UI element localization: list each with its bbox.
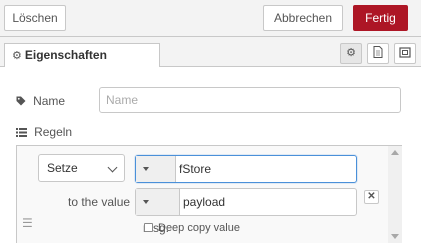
- node-description-button[interactable]: [367, 43, 389, 64]
- chevron-down-icon: [107, 162, 118, 173]
- scroll-up-icon[interactable]: [391, 150, 399, 155]
- value-value: payload: [183, 195, 226, 209]
- deep-copy-checkbox[interactable]: Deep copy value: [144, 222, 240, 234]
- deep-copy-label: Deep copy value: [158, 222, 240, 234]
- tag-icon: [16, 96, 29, 108]
- done-button[interactable]: Fertig: [353, 5, 408, 31]
- delete-button[interactable]: Löschen: [4, 5, 66, 31]
- drag-handle-icon[interactable]: ☰: [22, 217, 34, 229]
- cancel-button[interactable]: Abbrechen: [263, 5, 343, 31]
- list-icon: [16, 127, 30, 139]
- rules-label: Regeln: [16, 125, 72, 139]
- checkbox-box[interactable]: [144, 223, 153, 232]
- rule-property-input[interactable]: flow. fStore: [135, 155, 357, 202]
- property-type-select[interactable]: flow.: [136, 156, 176, 202]
- gear-icon: ⚙: [346, 47, 356, 59]
- frame-icon: [399, 47, 411, 58]
- caret-down-icon: [143, 200, 149, 204]
- name-input[interactable]: [99, 87, 401, 113]
- document-icon: [373, 46, 383, 58]
- tab-properties[interactable]: ⚙ Eigenschaften: [4, 43, 160, 68]
- scroll-down-icon[interactable]: [391, 234, 399, 239]
- rules-scrollbar[interactable]: [388, 146, 402, 243]
- dialog-toolbar: Löschen Abbrechen Fertig: [0, 0, 421, 37]
- value-type-select[interactable]: msg.: [136, 189, 180, 235]
- remove-rule-button[interactable]: ✕: [364, 190, 379, 204]
- caret-down-icon: [143, 167, 149, 171]
- rule-value-input[interactable]: msg. payload: [135, 188, 357, 235]
- node-settings-button[interactable]: ⚙: [340, 43, 362, 64]
- rule-action-select[interactable]: Setze: [38, 154, 125, 182]
- gear-icon: ⚙: [12, 50, 22, 62]
- name-label-text: Name: [33, 94, 66, 108]
- to-value-label: to the value: [68, 195, 131, 209]
- rule-action-value: Setze: [47, 161, 78, 175]
- name-label: Name: [16, 94, 65, 108]
- node-appearance-button[interactable]: [394, 43, 416, 64]
- close-icon: ✕: [367, 191, 376, 202]
- property-value: fStore: [179, 162, 212, 176]
- tab-properties-label: Eigenschaften: [24, 48, 107, 62]
- rules-label-text: Regeln: [34, 125, 73, 139]
